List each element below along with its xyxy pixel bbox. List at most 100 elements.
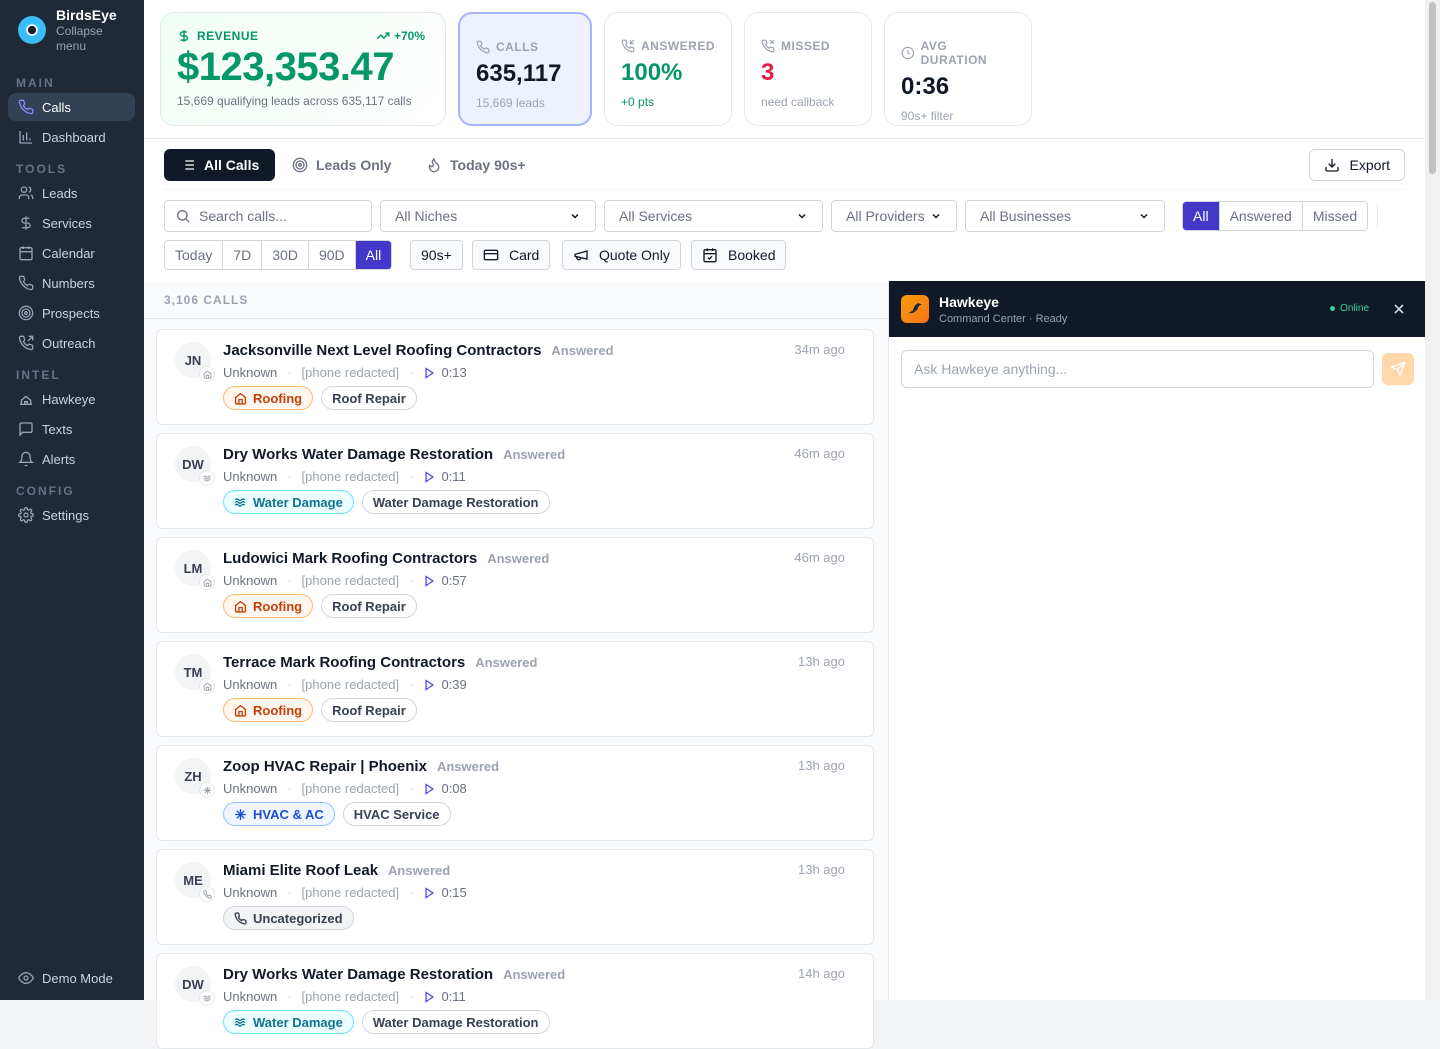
sidebar-item-services[interactable]: Services [8, 209, 135, 237]
sidebar-item-prospects[interactable]: Prospects [8, 299, 135, 327]
search-input[interactable]: Search calls... [164, 200, 372, 232]
avg-duration-card[interactable]: AVG DURATION 0:36 90s+ filter [884, 12, 1032, 126]
call-list-item[interactable]: ZH Zoop HVAC Repair | Phoenix Answered 13h … [156, 745, 874, 841]
avatar: DW [175, 446, 215, 486]
call-list-item[interactable]: JN Jacksonville Next Level Roofing Contra… [156, 329, 874, 425]
status-missed[interactable]: Missed [1303, 202, 1367, 230]
sidebar-item-settings[interactable]: Settings [8, 501, 135, 529]
niche-tag[interactable]: HVAC & AC [223, 802, 335, 826]
chevron-down-icon [932, 213, 940, 219]
hawkeye-logo-icon [901, 295, 929, 323]
niche-tag[interactable]: Water Damage [223, 1010, 354, 1034]
businesses-select[interactable]: All Businesses [965, 200, 1165, 232]
demo-mode-toggle[interactable]: Demo Mode [18, 970, 113, 986]
calls-count: 3,106 CALLS [144, 281, 888, 319]
service-tag[interactable]: HVAC Service [342, 802, 451, 826]
service-tag[interactable]: Water Damage Restoration [361, 490, 550, 514]
business-name[interactable]: Terrace Mark Roofing Contractors [223, 654, 465, 671]
niche-tag[interactable]: Roofing [223, 698, 314, 722]
business-name[interactable]: Zoop HVAC Repair | Phoenix [223, 758, 427, 775]
services-select[interactable]: All Services [604, 200, 823, 232]
filter-booked-button[interactable]: Booked [691, 240, 787, 270]
sidebar-item-calendar[interactable]: Calendar [8, 239, 135, 267]
play-icon[interactable] [423, 990, 435, 1003]
business-name[interactable]: Ludowici Mark Roofing Contractors [223, 550, 477, 567]
range-all[interactable]: All [355, 241, 392, 269]
business-name[interactable]: Miami Elite Roof Leak [223, 862, 378, 879]
tab-leads-only[interactable]: Leads Only [276, 149, 407, 181]
service-tag[interactable]: Roof Repair [321, 594, 417, 618]
avatar: LM [175, 550, 215, 590]
range-90d[interactable]: 90D [309, 241, 356, 269]
businesses-select-value: All Businesses [980, 208, 1072, 224]
call-time: 14h ago [798, 966, 845, 981]
missed-card[interactable]: MISSED 3 need callback [744, 12, 872, 126]
collapse-menu-button[interactable]: Collapse menu [56, 24, 120, 54]
range-7d[interactable]: 7D [223, 241, 263, 269]
play-icon[interactable] [423, 678, 435, 691]
service-tag[interactable]: Roof Repair [321, 386, 417, 410]
play-icon[interactable] [423, 470, 435, 483]
sidebar-item-calls[interactable]: Calls [8, 93, 135, 121]
status-all[interactable]: All [1183, 202, 1220, 230]
scrollbar-thumb[interactable] [1429, 2, 1436, 174]
sidebar-item-alerts[interactable]: Alerts [8, 445, 135, 473]
home-icon [234, 600, 247, 613]
hawkeye-input[interactable]: Ask Hawkeye anything... [901, 350, 1374, 388]
filter-quote-only-button[interactable]: Quote Only [562, 240, 681, 270]
play-icon[interactable] [423, 782, 435, 795]
message-icon [19, 422, 33, 437]
home-icon [234, 704, 247, 717]
providers-select[interactable]: All Providers [831, 200, 957, 232]
tab-all-calls[interactable]: All Calls [164, 149, 276, 181]
business-name-row: Terrace Mark Roofing Contractors Answered [223, 654, 537, 671]
answered-card[interactable]: ANSWERED 100% +0 pts [604, 12, 732, 126]
play-icon[interactable] [423, 886, 435, 899]
send-button[interactable] [1382, 353, 1414, 385]
hawkeye-input-placeholder: Ask Hawkeye anything... [914, 361, 1068, 377]
business-name[interactable]: Dry Works Water Damage Restoration [223, 966, 493, 983]
sidebar-item-leads[interactable]: Leads [8, 179, 135, 207]
export-button[interactable]: Export [1308, 149, 1405, 181]
niche-badge [199, 366, 215, 382]
tag-row: Water Damage Water Damage Restoration [223, 490, 558, 514]
sidebar-item-dashboard[interactable]: Dashboard [8, 123, 135, 151]
tab-today-90s[interactable]: Today 90s+ [410, 149, 542, 181]
sidebar-item-texts[interactable]: Texts [8, 415, 135, 443]
avatar: ME [175, 862, 215, 902]
range-today[interactable]: Today [165, 241, 224, 269]
business-name[interactable]: Dry Works Water Damage Restoration [223, 446, 493, 463]
business-name[interactable]: Jacksonville Next Level Roofing Contract… [223, 342, 541, 359]
call-list-item[interactable]: DW Dry Works Water Damage Restoration Answ… [156, 433, 874, 529]
caller-name: Unknown [223, 781, 278, 796]
niche-tag[interactable]: Roofing [223, 594, 314, 618]
niche-tag[interactable]: Uncategorized [223, 906, 354, 930]
filter-90s-button[interactable]: 90s+ [410, 240, 463, 270]
calls-card[interactable]: CALLS 635,117 15,669 leads [458, 12, 592, 126]
avatar: ZH [175, 758, 215, 798]
brand[interactable]: BirdsEye Collapse menu [18, 6, 120, 54]
filter-card-button[interactable]: Card [472, 240, 551, 270]
download-icon [1324, 159, 1339, 172]
range-30d[interactable]: 30D [262, 241, 309, 269]
status-answered[interactable]: Answered [1220, 202, 1303, 230]
call-list-item[interactable]: TM Terrace Mark Roofing Contractors Answer… [156, 641, 874, 737]
sidebar-item-hawkeye[interactable]: Hawkeye [8, 385, 135, 413]
niche-tag[interactable]: Water Damage [223, 490, 354, 514]
sidebar-item-numbers[interactable]: Numbers [8, 269, 135, 297]
sidebar-item-label: Alerts [42, 451, 76, 467]
revenue-card[interactable]: REVENUE +70% $123,353.47 15,669 qualifyi… [160, 12, 446, 126]
play-icon[interactable] [423, 574, 435, 587]
niche-select[interactable]: All Niches [380, 200, 596, 232]
page-scrollbar[interactable] [1425, 0, 1440, 1000]
service-tag[interactable]: Water Damage Restoration [361, 1010, 550, 1034]
play-icon[interactable] [423, 366, 435, 379]
call-duration: 0:57 [441, 573, 467, 588]
sidebar-item-outreach[interactable]: Outreach [8, 329, 135, 357]
close-icon[interactable] [1391, 301, 1407, 317]
service-tag[interactable]: Roof Repair [321, 698, 417, 722]
call-list-item[interactable]: DW Dry Works Water Damage Restoration Answ… [156, 953, 874, 1049]
call-list-item[interactable]: ME Miami Elite Roof Leak Answered 13h ago Un… [156, 849, 874, 945]
niche-tag[interactable]: Roofing [223, 386, 314, 410]
call-list-item[interactable]: LM Ludowici Mark Roofing Contractors Answe… [156, 537, 874, 633]
